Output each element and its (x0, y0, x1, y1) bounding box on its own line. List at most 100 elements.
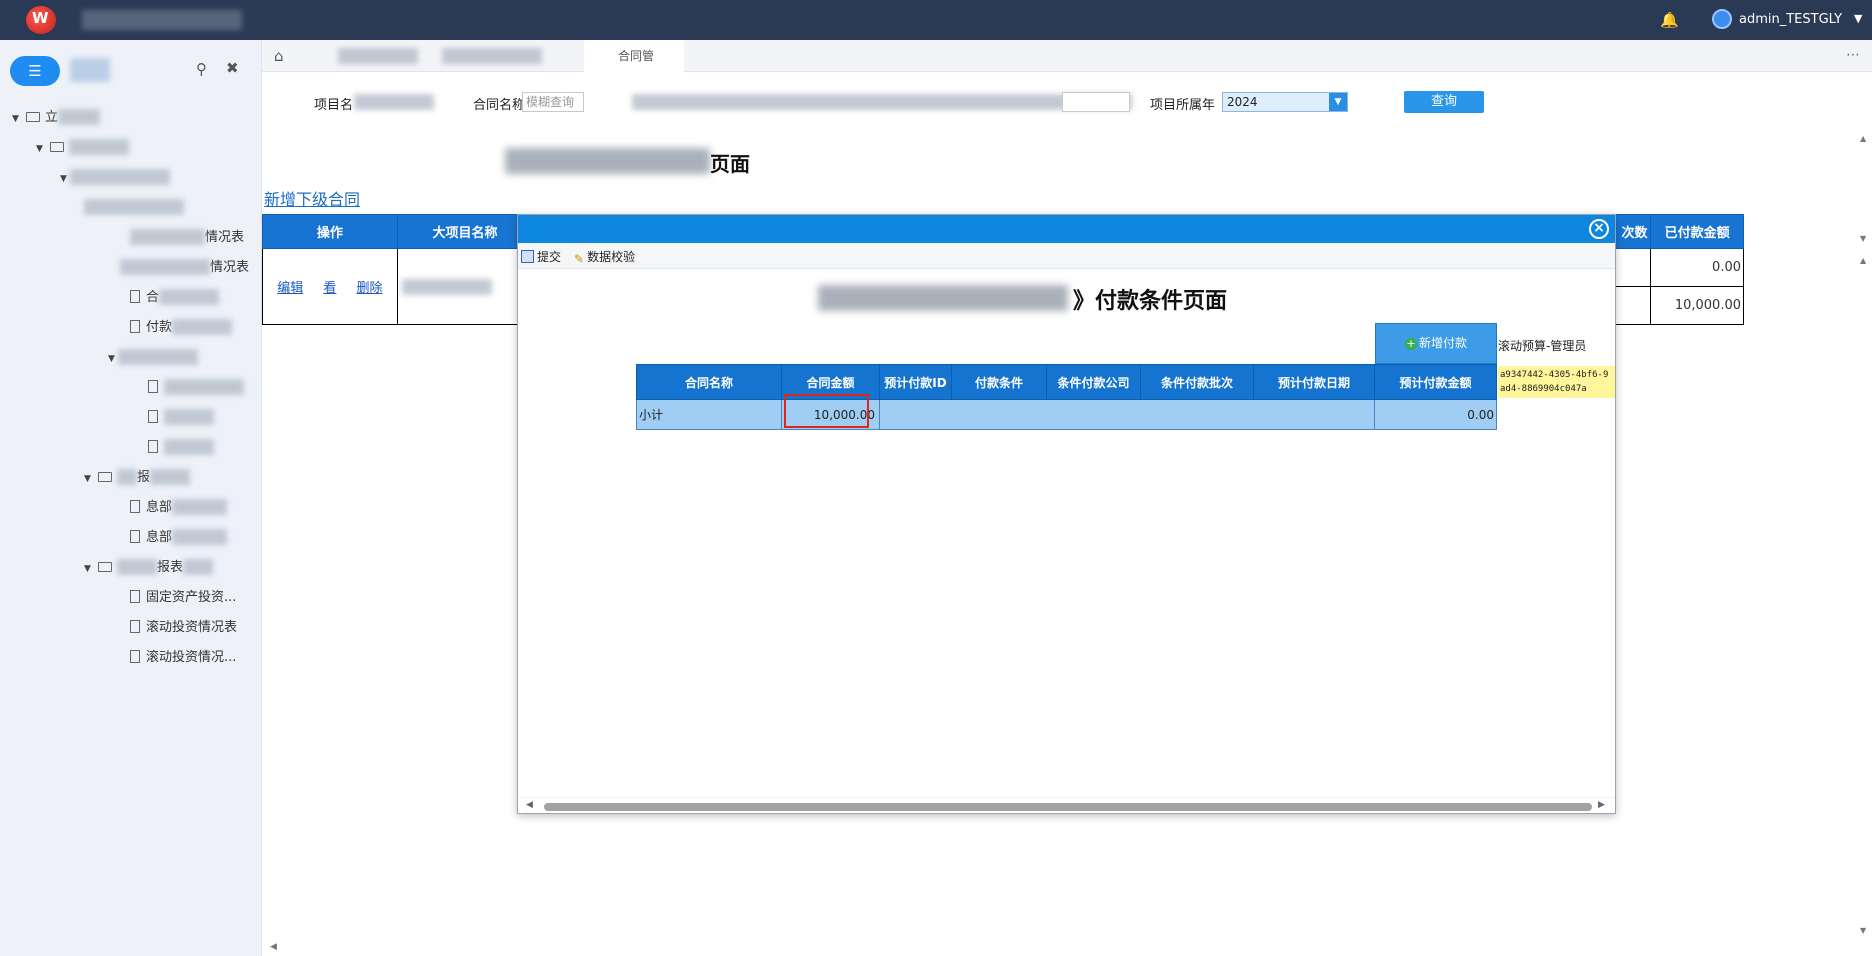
tree-node-label: 报 (137, 470, 151, 485)
tree-leaf[interactable]: 息部 (130, 498, 228, 518)
add-sub-contract-link[interactable]: 新增下级合同 (264, 186, 360, 210)
tree-leaf[interactable]: 情况表 (130, 228, 244, 248)
tree-leaf[interactable]: 合 (130, 288, 220, 308)
chevron-down-icon[interactable]: ▼ (12, 109, 22, 129)
tree-leaf[interactable]: 付款 (130, 318, 233, 338)
tree-leaf-label: 合 (146, 290, 160, 305)
tab-bar: ⌂ 合同管 ⋯ (262, 40, 1872, 72)
page-title-redacted (505, 148, 710, 174)
scroll-left-icon[interactable]: ◀ (526, 800, 533, 810)
operation-cell: 编辑 看 删除 (262, 248, 398, 325)
tab[interactable] (442, 40, 552, 72)
tree-leaf-label: 付款 (146, 320, 173, 335)
horizontal-scrollbar[interactable]: ◀ (262, 940, 1852, 956)
folder-icon (98, 472, 112, 482)
tree-leaf[interactable] (148, 378, 244, 398)
folder-icon (26, 112, 40, 122)
tree-leaf[interactable]: 情况表 (120, 258, 249, 278)
submit-button[interactable]: 提交 (521, 248, 561, 265)
col-header: 条件付款批次 (1140, 364, 1254, 400)
tree-node-root[interactable]: ▼ 立 (12, 108, 101, 129)
more-icon[interactable]: ⋯ (1846, 47, 1860, 63)
file-icon (130, 650, 140, 663)
col-header: 合同名称 (636, 364, 782, 400)
payment-conditions-dialog: × 提交 ✎ 数据校验 》付款条件页面 + 新增付款 滚动预算-管理员 a93474… (517, 214, 1616, 814)
file-icon (130, 320, 140, 333)
add-payment-button[interactable]: + 新增付款 (1375, 323, 1497, 364)
tab-active[interactable]: 合同管 (584, 40, 684, 72)
chevron-down-icon[interactable]: ▼ (36, 139, 46, 159)
scroll-right-icon[interactable]: ▶ (1598, 800, 1605, 810)
tree-node[interactable] (84, 198, 184, 218)
scroll-down-icon[interactable]: ▼ (1860, 926, 1866, 935)
budget-admin-note: 滚动预算-管理员 (1498, 339, 1587, 353)
tree-node[interactable]: ▼ (60, 168, 170, 188)
subtotal-label: 小计 (636, 399, 782, 430)
vertical-scrollbar[interactable]: ▲ ▼ ▲ ▼ (1852, 130, 1872, 944)
scroll-up-icon[interactable]: ▲ (1860, 256, 1866, 265)
query-button[interactable]: 查询 (1404, 91, 1484, 113)
menu-toggle-button[interactable]: ☰ (10, 56, 60, 86)
user-avatar-icon[interactable] (1712, 9, 1732, 29)
tree-leaf[interactable]: 固定资产投资... (130, 588, 236, 608)
file-icon (130, 620, 140, 633)
tree-node[interactable]: ▼ (108, 348, 198, 368)
project-year-select[interactable]: 2024 ▼ (1222, 92, 1348, 112)
close-icon[interactable]: × (1589, 219, 1609, 239)
col-header: 预计付款金额 (1374, 364, 1497, 400)
paid-cell: 10,000.00 (1650, 286, 1744, 325)
sidebar-title-redacted (70, 58, 110, 82)
highlight-box (784, 394, 869, 428)
chevron-down-icon[interactable]: ▼ (1854, 12, 1862, 25)
scrollbar-thumb[interactable] (544, 803, 1592, 811)
file-icon (130, 290, 140, 303)
tree-leaf[interactable]: 息部 (130, 528, 228, 548)
sidebar: ☰ ⚲ ✖ ▼ 立 ▼ ▼ 情况表 情况表 合 付款 ▼ ▼ 报 息部 息部 ▼… (0, 40, 262, 956)
search-icon[interactable]: ⚲ (196, 60, 207, 78)
submit-label: 提交 (537, 250, 562, 264)
app-logo (26, 6, 56, 34)
chevron-down-icon[interactable]: ▼ (60, 169, 70, 189)
pin-icon[interactable]: ✖ (226, 59, 239, 77)
tree-node[interactable]: ▼ 报 (84, 468, 191, 489)
col-header-operation: 操作 (262, 214, 398, 249)
home-icon[interactable]: ⌂ (274, 47, 284, 65)
col-header: 预计付款ID (879, 364, 952, 400)
tab-label: 合同管 (618, 49, 655, 63)
scroll-down-icon[interactable]: ▼ (1860, 234, 1866, 243)
scroll-up-icon[interactable]: ▲ (1860, 134, 1866, 143)
chevron-down-icon[interactable]: ▼ (84, 469, 94, 489)
chevron-down-icon[interactable]: ▼ (1329, 93, 1347, 111)
save-icon (521, 250, 534, 263)
scroll-left-icon[interactable]: ◀ (270, 942, 277, 952)
tree-node[interactable]: ▼ (36, 138, 129, 158)
subtotal-empty (879, 399, 1375, 430)
tree-node-label: 报表 (157, 560, 184, 575)
dialog-horizontal-scrollbar[interactable]: ◀ ▶ (518, 797, 1615, 813)
folder-icon (98, 562, 112, 572)
view-link[interactable]: 看 (323, 281, 336, 296)
tree-leaf-label: 情况表 (205, 230, 245, 245)
tree-leaf[interactable]: 滚动投资情况表 (130, 618, 237, 638)
tree-leaf[interactable] (148, 408, 214, 428)
chevron-down-icon[interactable]: ▼ (84, 559, 94, 579)
tree-node[interactable]: ▼ 报表 (84, 558, 214, 579)
delete-link[interactable]: 删除 (357, 281, 383, 296)
paid-cell: 0.00 (1650, 248, 1744, 287)
tree-leaf-label: 息部 (146, 500, 173, 515)
big-project-cell (396, 248, 534, 325)
tab[interactable] (338, 40, 428, 72)
dialog-title: 》付款条件页面 (1073, 289, 1228, 314)
payment-table: 合同名称 合同金额 预计付款ID 付款条件 条件付款公司 条件付款批次 预计付款… (636, 364, 1497, 430)
user-name[interactable]: admin_TESTGLY (1739, 12, 1842, 27)
validate-button[interactable]: ✎ 数据校验 (574, 248, 635, 266)
tree-leaf[interactable] (148, 438, 214, 458)
date-input[interactable] (1062, 92, 1130, 112)
chevron-down-icon[interactable]: ▼ (108, 349, 118, 369)
bell-icon[interactable]: 🔔 (1660, 11, 1679, 29)
dialog-header: × (518, 215, 1615, 243)
col-header: 付款条件 (951, 364, 1047, 400)
contract-name-input[interactable]: 模糊查询 (522, 92, 584, 112)
edit-link[interactable]: 编辑 (277, 281, 303, 296)
tree-leaf[interactable]: 滚动投资情况... (130, 648, 236, 668)
